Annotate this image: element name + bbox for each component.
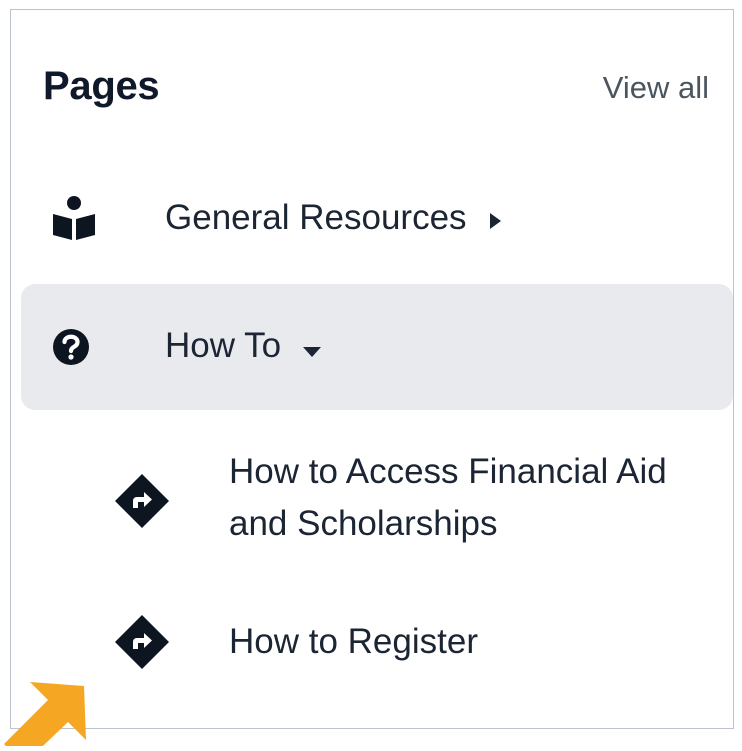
sub-item-register[interactable]: How to Register bbox=[111, 610, 731, 674]
nav-item-general-resources[interactable]: General Resources bbox=[21, 156, 733, 282]
directions-sign-icon bbox=[111, 611, 173, 673]
sub-item-label: How to Register bbox=[229, 622, 478, 661]
sub-item-label: How to Access Financial Aid and Scholars… bbox=[229, 452, 667, 543]
book-reader-icon bbox=[49, 194, 99, 244]
caret-down-icon bbox=[301, 328, 323, 368]
caret-right-icon bbox=[487, 200, 503, 240]
nav-item-label: General Resources bbox=[165, 198, 503, 240]
directions-sign-icon bbox=[111, 470, 173, 532]
sub-item-financial-aid[interactable]: How to Access Financial Aid and Scholars… bbox=[111, 446, 731, 556]
pointer-arrow-icon bbox=[0, 656, 96, 751]
nav-item-label: How To bbox=[165, 326, 323, 368]
nav-item-how-to[interactable]: How To bbox=[21, 284, 733, 410]
question-circle-icon bbox=[49, 322, 99, 372]
panel-title: Pages bbox=[43, 64, 160, 108]
view-all-link[interactable]: View all bbox=[603, 70, 709, 106]
pages-panel: Pages View all General Resources How To bbox=[10, 9, 734, 729]
panel-header: Pages View all bbox=[43, 60, 709, 120]
